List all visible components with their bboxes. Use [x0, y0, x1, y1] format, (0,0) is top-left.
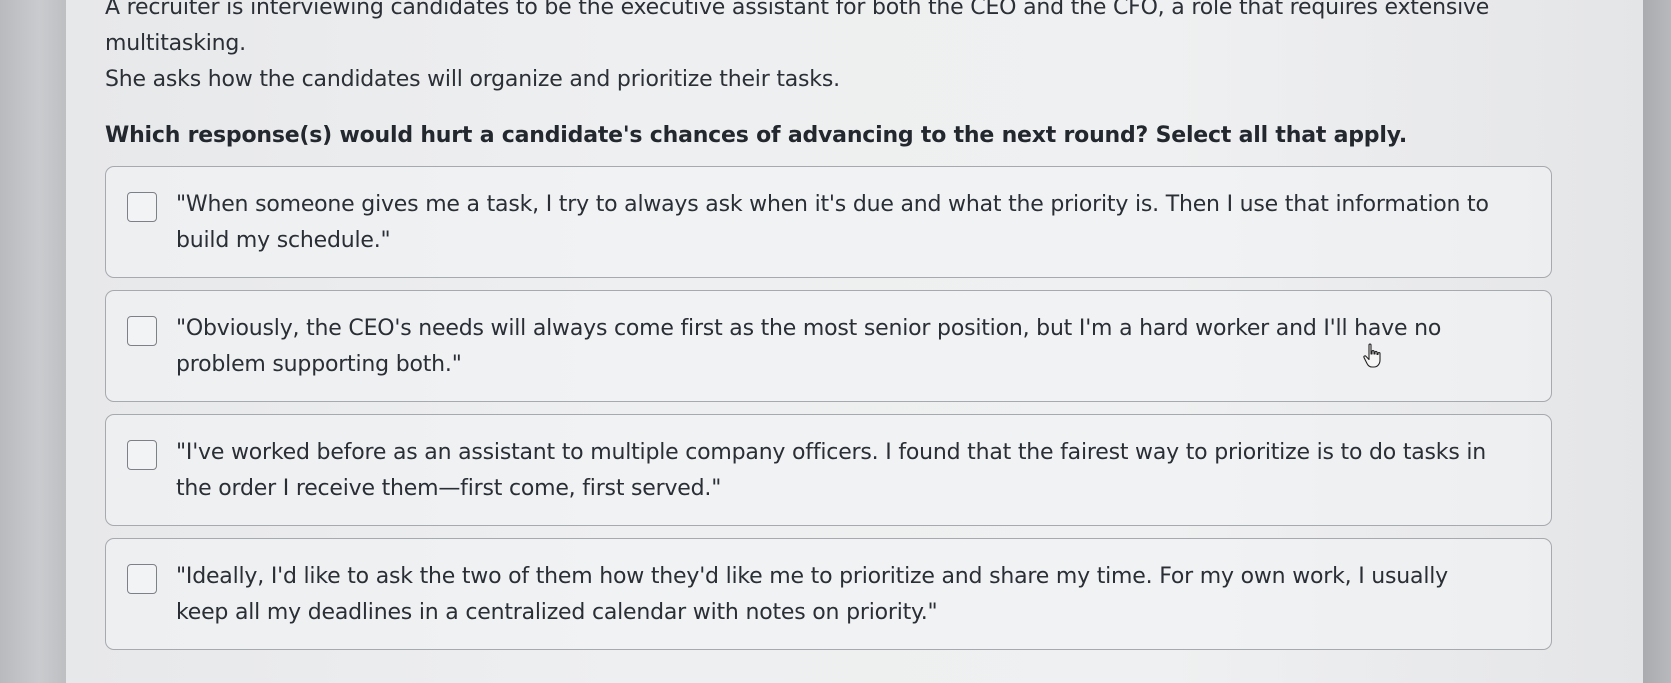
scenario-line-1: A recruiter is interviewing candidates t… — [105, 0, 1490, 56]
screen: A recruiter is interviewing candidates t… — [66, 0, 1643, 683]
answer-options: "When someone gives me a task, I try to … — [105, 166, 1605, 650]
checkbox-unchecked-icon[interactable] — [127, 192, 157, 222]
question-container: A recruiter is interviewing candidates t… — [105, 0, 1605, 662]
checkbox-unchecked-icon[interactable] — [127, 440, 157, 470]
checkbox-unchecked-icon[interactable] — [127, 564, 157, 594]
monitor-bezel-left — [0, 0, 66, 683]
question-prompt: Which response(s) would hurt a candidate… — [105, 123, 1407, 148]
answer-option-4[interactable]: "Ideally, I'd like to ask the two of the… — [105, 538, 1552, 650]
checkbox-unchecked-icon[interactable] — [127, 316, 157, 346]
answer-option-text: "When someone gives me a task, I try to … — [176, 192, 1489, 253]
scenario-text: A recruiter is interviewing candidates t… — [105, 0, 1605, 98]
scenario-line-2: She asks how the candidates will organiz… — [105, 67, 840, 92]
monitor-bezel-right — [1643, 0, 1671, 683]
answer-option-2[interactable]: "Obviously, the CEO's needs will always … — [105, 290, 1552, 402]
hand-pointer-cursor-icon — [1363, 343, 1381, 368]
answer-option-3[interactable]: "I've worked before as an assistant to m… — [105, 414, 1552, 526]
answer-option-text: "Ideally, I'd like to ask the two of the… — [176, 564, 1448, 625]
answer-option-text: "I've worked before as an assistant to m… — [176, 440, 1487, 501]
answer-option-1[interactable]: "When someone gives me a task, I try to … — [105, 166, 1552, 278]
answer-option-text: "Obviously, the CEO's needs will always … — [176, 316, 1442, 377]
